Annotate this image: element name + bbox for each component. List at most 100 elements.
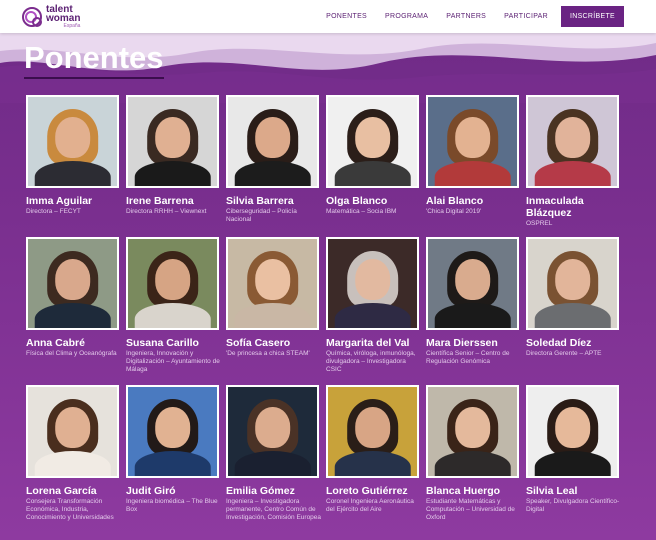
speaker-role: Consejera Transformación Económica, Indu… (26, 498, 114, 521)
speaker-photo[interactable] (326, 95, 419, 188)
speaker-photo[interactable] (26, 237, 119, 330)
logo-line-2: woman (46, 12, 81, 24)
speaker-photo[interactable] (326, 237, 419, 330)
speaker-name[interactable]: Loreto Gutiérrez (326, 485, 422, 497)
photo-body (234, 161, 311, 186)
speaker-photo[interactable] (126, 95, 219, 188)
speaker-photo[interactable] (226, 385, 319, 478)
speaker-card[interactable]: Silvia Leal Speaker, Divulgadora Científi… (526, 385, 622, 514)
logo-text: talent woman España (46, 4, 81, 29)
photo-body (34, 161, 111, 186)
speaker-photo[interactable] (426, 237, 519, 330)
nav-partners[interactable]: PARTNERS (446, 13, 486, 20)
speaker-photo[interactable] (426, 385, 519, 478)
top-navigation-bar: talent woman España PONENTES PROGRAMA PA… (0, 0, 656, 33)
photo-body (134, 161, 211, 186)
speaker-role: Directora Gerente – APTE (526, 350, 602, 357)
speaker-card[interactable]: Olga Blanco Matemática – Socia IBM (326, 95, 422, 216)
speaker-photo[interactable] (526, 95, 619, 188)
speaker-card[interactable]: Lorena García Consejera Transformación Ec… (26, 385, 122, 522)
photo-body (234, 303, 311, 328)
speaker-card[interactable]: Judit Giró Ingeniera biomédica – The Blue… (126, 385, 222, 514)
speaker-name[interactable]: Anna Cabré (26, 337, 122, 349)
photo-body (334, 303, 411, 328)
speaker-card[interactable]: Irene Barrena Directora RRHH – Viewnext (126, 95, 222, 216)
speaker-card[interactable]: Margarita del Val Química, viróloga, inmu… (326, 237, 422, 374)
photo-body (534, 303, 611, 328)
photo-body (434, 303, 511, 328)
speaker-name[interactable]: Emilia Gómez (226, 485, 322, 497)
nav-participar[interactable]: PARTICIPAR (504, 13, 548, 20)
photo-face (554, 406, 591, 448)
speaker-role: Estudiante Matemáticas y Computación – U… (426, 498, 515, 521)
speaker-card[interactable]: Mara Dierssen Científica Senior – Centro … (426, 237, 522, 366)
speaker-name[interactable]: Lorena García (26, 485, 122, 497)
speaker-role: OSPREL (526, 220, 553, 227)
speaker-photo[interactable] (126, 237, 219, 330)
speaker-card[interactable]: Loreto Gutiérrez Coronel Ingeniera Aeroná… (326, 385, 422, 514)
speaker-name[interactable]: Alai Blanco (426, 195, 522, 207)
photo-body (34, 451, 111, 476)
photo-face (354, 258, 391, 300)
speaker-card[interactable]: Silvia Barrera Ciberseguridad – Policía N… (226, 95, 322, 224)
speaker-card[interactable]: Anna Cabré Física del Clima y Oceanógrafa (26, 237, 122, 358)
speaker-card[interactable]: Alai Blanco 'Chica Digital 2019' (426, 95, 522, 216)
main-nav: PONENTES PROGRAMA PARTNERS PARTICIPAR IN… (308, 0, 624, 33)
photo-face (454, 116, 491, 158)
speaker-name[interactable]: Blanca Huergo (426, 485, 522, 497)
speaker-role: Química, viróloga, inmunóloga, divulgado… (326, 350, 416, 373)
speaker-name[interactable]: Inmaculada Blázquez (526, 195, 622, 219)
speaker-role: Ingeniera biomédica – The Blue Box (126, 498, 218, 513)
speaker-card[interactable]: Inmaculada Blázquez OSPREL (526, 95, 622, 228)
speaker-name[interactable]: Margarita del Val (326, 337, 422, 349)
inscribete-button[interactable]: INSCRÍBETE (560, 6, 624, 27)
speaker-card[interactable]: Blanca Huergo Estudiante Matemáticas y Co… (426, 385, 522, 522)
speaker-photo[interactable] (26, 95, 119, 188)
speaker-photo[interactable] (26, 385, 119, 478)
speaker-role: Científica Senior – Centro de Regulación… (426, 350, 510, 365)
speaker-role: Ingeniera, Innovación y Digitalización –… (126, 350, 220, 373)
speaker-name[interactable]: Mara Dierssen (426, 337, 522, 349)
speaker-name[interactable]: Judit Giró (126, 485, 222, 497)
photo-face (154, 116, 191, 158)
photo-face (54, 116, 91, 158)
speaker-name[interactable]: Imma Aguilar (26, 195, 122, 207)
speaker-name[interactable]: Irene Barrena (126, 195, 222, 207)
photo-face (554, 258, 591, 300)
speaker-photo[interactable] (326, 385, 419, 478)
speaker-photo[interactable] (126, 385, 219, 478)
speaker-role: Física del Clima y Oceanógrafa (26, 350, 117, 357)
photo-body (534, 161, 611, 186)
speaker-role: Speaker, Divulgadora Científico-Digital (526, 498, 620, 513)
speaker-card[interactable]: Susana Carillo Ingeniera, Innovación y Di… (126, 237, 222, 374)
speaker-photo[interactable] (526, 237, 619, 330)
speaker-card[interactable]: Soledad Díez Directora Gerente – APTE (526, 237, 622, 358)
photo-face (54, 258, 91, 300)
speaker-card[interactable]: Imma Aguilar Directora – FECYT (26, 95, 122, 216)
speaker-name[interactable]: Soledad Díez (526, 337, 622, 349)
photo-body (134, 451, 211, 476)
speaker-photo[interactable] (426, 95, 519, 188)
speaker-card[interactable]: Emilia Gómez Ingeniera – Investigadora pe… (226, 385, 322, 522)
logo-mark-icon (22, 6, 42, 27)
nav-programa[interactable]: PROGRAMA (385, 13, 428, 20)
photo-body (134, 303, 211, 328)
photo-face (554, 116, 591, 158)
speaker-photo[interactable] (226, 237, 319, 330)
photo-body (434, 451, 511, 476)
photo-face (454, 258, 491, 300)
speaker-name[interactable]: Susana Carillo (126, 337, 222, 349)
nav-ponentes[interactable]: PONENTES (326, 13, 367, 20)
speaker-name[interactable]: Silvia Barrera (226, 195, 322, 207)
speaker-name[interactable]: Sofía Casero (226, 337, 322, 349)
speaker-name[interactable]: Silvia Leal (526, 485, 622, 497)
talent-woman-logo[interactable]: talent woman España (22, 4, 81, 29)
logo-line-3: España (63, 22, 81, 29)
speaker-name[interactable]: Olga Blanco (326, 195, 422, 207)
speaker-card[interactable]: Sofía Casero 'De princesa a chica STEAM' (226, 237, 322, 358)
speaker-photo[interactable] (526, 385, 619, 478)
speaker-photo[interactable] (226, 95, 319, 188)
speaker-role: Directora – FECYT (26, 208, 81, 215)
photo-body (434, 161, 511, 186)
photo-face (154, 258, 191, 300)
